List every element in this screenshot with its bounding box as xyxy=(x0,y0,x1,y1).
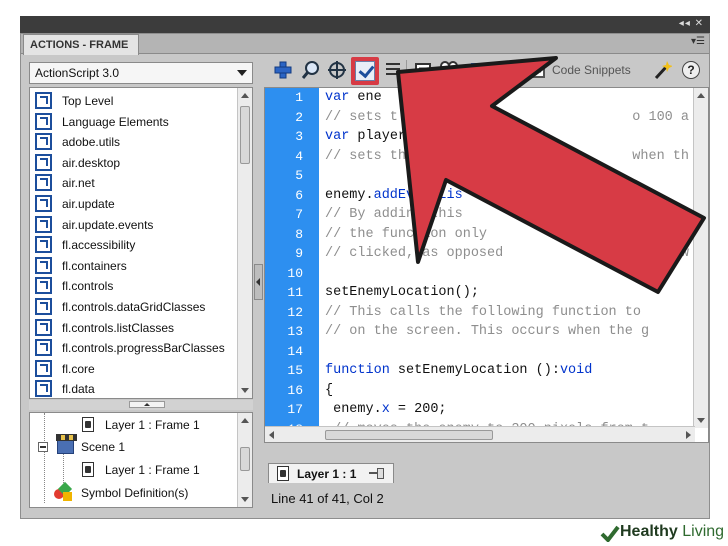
brand-word-living: Living xyxy=(682,523,725,540)
annotation-arrow xyxy=(396,56,706,294)
brand-text: Healthy Living xyxy=(620,523,724,541)
brand-word-healthy: Healthy xyxy=(620,523,678,540)
healthy-living-logo-icon xyxy=(600,525,620,542)
brand-watermark: Healthy Living xyxy=(594,520,728,546)
red-arrow-icon xyxy=(396,56,706,294)
